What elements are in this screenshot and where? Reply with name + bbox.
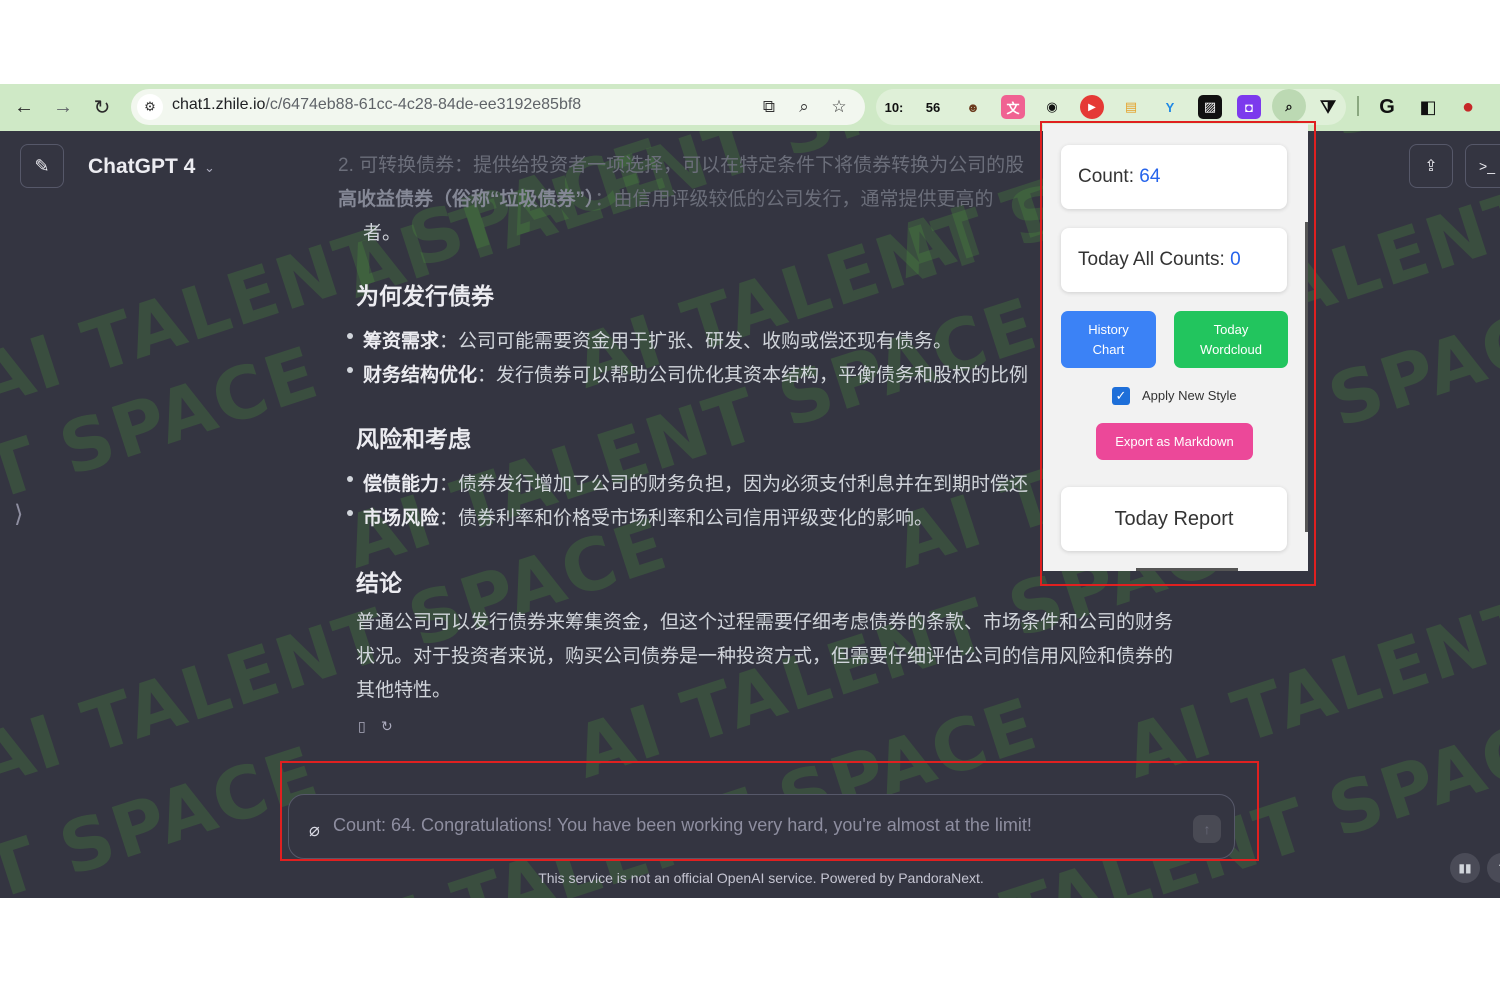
top-margin bbox=[0, 0, 1500, 84]
list-item-text: ：债券发行增加了公司的财务负担，因为必须支付利息并在到期时偿还 bbox=[439, 474, 1029, 495]
export-markdown-button[interactable]: Export as Markdown bbox=[1096, 423, 1253, 460]
section-heading: 为何发行债券 bbox=[356, 283, 494, 309]
url-path: /c/6474eb88-61cc-4c28-84de-ee3192e85bf8 bbox=[265, 96, 582, 113]
bullet-dot bbox=[347, 510, 353, 516]
list-item-bold: 偿债能力 bbox=[363, 474, 440, 495]
today-count-value: 0 bbox=[1230, 249, 1241, 270]
extension-notes-icon[interactable]: ▤ bbox=[1119, 95, 1143, 119]
popup-scrollbar[interactable] bbox=[1305, 222, 1308, 532]
count-card: Count: 64 bbox=[1061, 145, 1287, 209]
today-report-button[interactable]: Today Report bbox=[1061, 487, 1287, 551]
count-text: Count: 64 bbox=[1061, 166, 1160, 188]
list-item: 市场风险：债券利率和价格受市场利率和公司信用评级变化的影响。 bbox=[363, 503, 933, 530]
today-count-label: Today All Counts: bbox=[1078, 249, 1231, 270]
history-chart-label: History Chart bbox=[1088, 321, 1129, 357]
share-icon[interactable]: ⇪ bbox=[1409, 144, 1453, 188]
url-host: chat1.zhile.io bbox=[172, 96, 266, 113]
send-button[interactable]: ↑ bbox=[1193, 815, 1221, 843]
faded-rest: ：由信用评级较低的公司发行，通常提供更高的 bbox=[594, 189, 994, 210]
model-selector[interactable]: ChatGPT 4 bbox=[88, 155, 195, 179]
extension-clock-minutes[interactable]: 56 bbox=[921, 95, 945, 119]
list-item-text: ：发行债券可以帮助公司优化其资本结构，平衡债务和股权的比例 bbox=[477, 365, 1029, 386]
extension-clock-hours[interactable]: 10: bbox=[882, 95, 906, 119]
extensions-puzzle-icon[interactable]: ⧩ bbox=[1316, 95, 1340, 119]
forward-icon[interactable]: → bbox=[49, 94, 77, 120]
today-count-card: Today All Counts: 0 bbox=[1061, 228, 1287, 292]
extension-chat-counter-icon[interactable]: ⌕ bbox=[1277, 95, 1301, 119]
install-app-icon[interactable]: ⧉ bbox=[757, 95, 781, 119]
extension-mask-icon[interactable]: ◉ bbox=[1040, 95, 1064, 119]
reload-icon[interactable]: ↻ bbox=[88, 94, 116, 120]
faded-text-line: 2. 可转换债券：提供给投资者一项选择，可以在特定条件下将债券转换为公司的股 bbox=[338, 155, 1025, 176]
copy-icon[interactable]: ▯ bbox=[358, 718, 366, 735]
sidebar-toggle-icon[interactable]: ⟩ bbox=[14, 500, 23, 529]
bookmark-star-icon[interactable]: ☆ bbox=[827, 95, 851, 119]
extension-y-icon[interactable]: Y bbox=[1158, 95, 1182, 119]
today-count-text: Today All Counts: 0 bbox=[1061, 249, 1241, 271]
apply-style-checkbox[interactable]: ✓ bbox=[1112, 387, 1130, 405]
list-item: 偿债能力：债券发行增加了公司的财务负担，因为必须支付利息并在到期时偿还 bbox=[363, 469, 1028, 496]
list-item-bold: 市场风险 bbox=[363, 508, 440, 529]
apply-style-label[interactable]: Apply New Style bbox=[1142, 388, 1237, 403]
back-icon[interactable]: ← bbox=[10, 94, 38, 120]
list-item-text: ：债券利率和价格受市场利率和公司信用评级变化的影响。 bbox=[439, 508, 934, 529]
extension-dark-icon[interactable]: ▨ bbox=[1198, 95, 1222, 119]
faded-bold: 高收益债券（俗称“垃圾债券”） bbox=[338, 189, 595, 210]
toolbar-separator bbox=[1357, 96, 1359, 116]
new-chat-edit-icon[interactable]: ✎ bbox=[20, 144, 64, 188]
section-heading: 风险和考虑 bbox=[356, 426, 471, 452]
bullet-dot bbox=[347, 476, 353, 482]
conclusion-line: 普通公司可以发行债券来筹集资金，但这个过程需要仔细考虑债券的条款、市场条件和公司… bbox=[356, 612, 1174, 633]
history-chart-button[interactable]: History Chart bbox=[1061, 311, 1156, 368]
regenerate-icon[interactable]: ↻ bbox=[381, 718, 393, 735]
today-wordcloud-button[interactable]: Today Wordcloud bbox=[1174, 311, 1288, 368]
google-icon[interactable]: G bbox=[1375, 95, 1399, 119]
section-heading: 结论 bbox=[356, 570, 402, 596]
terminal-icon[interactable]: >_ bbox=[1465, 144, 1500, 188]
list-item: 筹资需求：公司可能需要资金用于扩张、研发、收购或偿还现有债务。 bbox=[363, 326, 952, 353]
stats-icon[interactable]: ▮▮ bbox=[1450, 853, 1480, 883]
count-value: 64 bbox=[1139, 166, 1161, 187]
profile-avatar-icon[interactable]: ● bbox=[1456, 95, 1480, 119]
message-input-placeholder[interactable]: Count: 64. Congratulations! You have bee… bbox=[333, 815, 1032, 836]
conclusion-line: 状况。对于投资者来说，购买公司债券是一种投资方式，但需要仔细评估公司的信用风险和… bbox=[356, 646, 1174, 667]
extension-play-icon[interactable]: ▶ bbox=[1080, 95, 1104, 119]
bullet-dot bbox=[347, 333, 353, 339]
site-settings-icon[interactable]: ⚙ bbox=[137, 94, 163, 120]
list-item-bold: 筹资需求 bbox=[363, 331, 440, 352]
attach-icon[interactable]: ⌀ bbox=[309, 820, 320, 841]
today-wordcloud-label: Today Wordcloud bbox=[1200, 321, 1262, 357]
extension-avatar-icon[interactable]: ☻ bbox=[961, 95, 985, 119]
extension-purple-icon[interactable]: ◘ bbox=[1237, 95, 1261, 119]
zoom-icon[interactable]: ⌕ bbox=[792, 95, 816, 119]
conclusion-line: 其他特性。 bbox=[356, 680, 452, 701]
extension-translate-icon[interactable]: 文 bbox=[1001, 95, 1025, 119]
list-item-bold: 财务结构优化 bbox=[363, 365, 478, 386]
message-text: 者。 bbox=[363, 223, 402, 244]
bottom-margin bbox=[0, 898, 1500, 1000]
url-text[interactable]: chat1.zhile.io/c/6474eb88-61cc-4c28-84de… bbox=[172, 96, 581, 114]
list-item-text: ：公司可能需要资金用于扩张、研发、收购或偿还现有债务。 bbox=[439, 331, 953, 352]
faded-text-line: 高收益债券（俗称“垃圾债券”）：由信用评级较低的公司发行，通常提供更高的 bbox=[338, 184, 994, 211]
chevron-down-icon[interactable]: ⌄ bbox=[204, 160, 215, 176]
bullet-dot bbox=[347, 367, 353, 373]
list-item: 财务结构优化：发行债券可以帮助公司优化其资本结构，平衡债务和股权的比例 bbox=[363, 360, 1028, 387]
count-label: Count: bbox=[1078, 166, 1140, 187]
popup-scrollbar-horizontal[interactable] bbox=[1136, 568, 1238, 571]
disclaimer-text: This service is not an official OpenAI s… bbox=[538, 870, 984, 886]
side-panel-icon[interactable]: ◧ bbox=[1416, 95, 1440, 119]
